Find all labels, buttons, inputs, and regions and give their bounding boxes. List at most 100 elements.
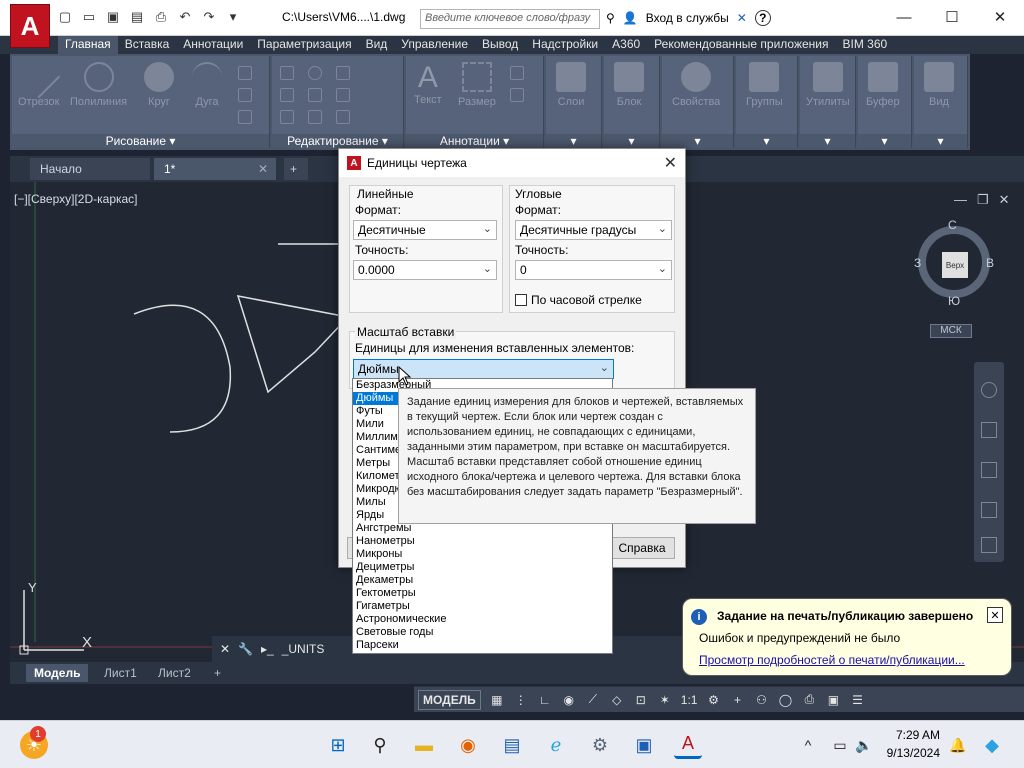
trim-icon[interactable]	[336, 66, 350, 80]
help-button-dialog[interactable]: Справка	[609, 537, 675, 559]
otrack-icon[interactable]: ⊡	[633, 692, 649, 708]
list-item[interactable]: Гигаметры	[353, 600, 612, 613]
qat-menu-icon[interactable]: ▾	[224, 8, 242, 26]
notification-close-icon[interactable]: ✕	[987, 607, 1003, 623]
search-input[interactable]: Введите ключевое слово/фразу	[420, 9, 600, 29]
ucs-menu[interactable]: МСК	[930, 324, 972, 338]
angular-format-select[interactable]: Десятичные градусы ⌄	[515, 220, 672, 240]
rotate-icon[interactable]	[308, 66, 322, 80]
clean-screen-icon[interactable]: ▣	[825, 692, 841, 708]
leader-icon[interactable]	[510, 66, 524, 80]
clipboard-button[interactable]: Буфер	[866, 62, 900, 108]
file-tab-start[interactable]: Начало	[30, 158, 150, 180]
save-icon[interactable]: ▣	[104, 8, 122, 26]
settings-icon[interactable]: ⚙	[586, 731, 614, 759]
chevron-up-icon[interactable]: ^	[794, 731, 822, 759]
list-item[interactable]: Микроны	[353, 548, 612, 561]
new-layout-icon[interactable]: +	[206, 664, 229, 682]
annotation-scale[interactable]: 1:1	[681, 693, 698, 707]
redo-icon[interactable]: ↷	[200, 8, 218, 26]
view-button[interactable]: Вид	[924, 62, 954, 108]
viewcube-east[interactable]: В	[986, 256, 994, 270]
binoculars-icon[interactable]: ⚲	[606, 11, 615, 25]
panel-layers-title[interactable]: ▾	[546, 134, 601, 148]
notepad-icon[interactable]: ▤	[498, 731, 526, 759]
viewport-label[interactable]: [−][Сверху][2D-каркас]	[14, 192, 138, 206]
workspace-gear-icon[interactable]: ⚙	[705, 692, 721, 708]
tab-manage[interactable]: Управление	[394, 36, 475, 54]
circle-button[interactable]: Круг	[144, 62, 174, 108]
drawn-arc[interactable]	[133, 304, 232, 433]
notification-details-link[interactable]: Просмотр подробностей о печати/публикаци…	[699, 653, 965, 667]
sign-in-button[interactable]: Вход в службы	[646, 11, 729, 25]
drawn-triangle[interactable]	[236, 295, 350, 394]
list-item[interactable]: Дециметры	[353, 561, 612, 574]
osnap-icon[interactable]: ◇	[609, 692, 625, 708]
panel-groups-title[interactable]: ▾	[736, 134, 797, 148]
tab-a360[interactable]: A360	[605, 36, 647, 54]
panel-view-title[interactable]: ▾	[914, 134, 967, 148]
angular-precision-select[interactable]: 0 ⌄	[515, 260, 672, 280]
panel-properties-title[interactable]: ▾	[662, 134, 733, 148]
list-item[interactable]: Парсеки	[353, 639, 612, 652]
file-tab-drawing[interactable]: 1* ✕	[154, 158, 276, 180]
viewport-close-icon[interactable]: ✕	[999, 192, 1010, 208]
insert-units-select[interactable]: Дюймы ⌄	[353, 359, 614, 379]
remote-desktop-icon[interactable]: ▣	[630, 731, 658, 759]
autocad-taskbar-icon[interactable]: A	[674, 731, 702, 759]
cmd-customize-icon[interactable]: 🔧	[238, 642, 253, 656]
exchange-icon[interactable]: ✕	[737, 11, 747, 25]
autocad-logo[interactable]: A	[10, 4, 50, 48]
panel-draw-title[interactable]: Рисование ▾	[12, 134, 269, 148]
line-button[interactable]: Отрезок	[17, 55, 60, 108]
tab-parametric[interactable]: Параметризация	[250, 36, 358, 54]
text-button[interactable]: A Текст	[414, 62, 442, 107]
layers-button[interactable]: Слои	[556, 62, 586, 108]
array-icon[interactable]	[336, 110, 350, 124]
close-tab-icon[interactable]: ✕	[258, 162, 268, 176]
panel-utilities-title[interactable]: ▾	[800, 134, 855, 148]
clockwise-checkbox[interactable]	[515, 294, 527, 306]
new-tab-icon[interactable]: +	[284, 158, 308, 180]
zoom-icon[interactable]	[981, 462, 997, 478]
isolate-icon[interactable]: ⚇	[753, 692, 769, 708]
model-space-button[interactable]: МОДЕЛЬ	[418, 689, 481, 710]
cmd-close-icon[interactable]: ✕	[220, 642, 230, 656]
panel-modify-title[interactable]: Редактирование ▾	[272, 134, 403, 148]
linear-format-select[interactable]: Десятичные ⌄	[353, 220, 497, 240]
tab-insert[interactable]: Вставка	[118, 36, 177, 54]
minimize-icon[interactable]: —	[880, 4, 928, 30]
polyline-button[interactable]: Полилиния	[70, 62, 127, 108]
viewcube-top[interactable]: Верх	[942, 252, 968, 278]
hardware-accel-icon[interactable]: ◯	[777, 692, 793, 708]
firefox-icon[interactable]: ◉	[454, 731, 482, 759]
dialog-close-icon[interactable]: ✕	[664, 153, 677, 173]
grid-icon[interactable]: ▦	[489, 692, 505, 708]
volume-icon[interactable]: 🔈	[850, 731, 878, 759]
scale-icon[interactable]	[308, 110, 322, 124]
ie-icon[interactable]: ℯ	[542, 731, 570, 759]
maximize-icon[interactable]: ☐	[928, 4, 976, 30]
ortho-icon[interactable]: ∟	[537, 692, 553, 708]
viewcube[interactable]: Верх С Ю З В	[914, 218, 994, 308]
layout-tab-model[interactable]: Модель	[26, 664, 89, 682]
list-item[interactable]: Декаметры	[353, 574, 612, 587]
start-icon[interactable]: ⊞	[324, 731, 352, 759]
copy-icon[interactable]	[280, 88, 294, 102]
rectangle-icon[interactable]	[238, 66, 252, 80]
snap-icon[interactable]: ⋮	[513, 692, 529, 708]
system-clock[interactable]: 7:29 AM 9/13/2024	[880, 728, 940, 760]
fillet-icon[interactable]	[336, 88, 350, 102]
panel-block-title[interactable]: ▾	[604, 134, 659, 148]
copilot-icon[interactable]: ◆	[978, 731, 1006, 759]
help-button[interactable]: ?	[754, 10, 771, 26]
notification-bell-icon[interactable]: 🔔	[944, 731, 972, 759]
plot-status-icon[interactable]: ⎙	[801, 692, 817, 708]
table-icon[interactable]	[510, 88, 524, 102]
arc-button[interactable]: Дуга	[192, 62, 222, 108]
properties-button[interactable]: Свойства	[672, 62, 720, 108]
close-icon[interactable]: ✕	[976, 4, 1024, 30]
dimension-button[interactable]: Размер	[458, 62, 496, 108]
new-icon[interactable]: ▢	[56, 8, 74, 26]
undo-icon[interactable]: ↶	[176, 8, 194, 26]
